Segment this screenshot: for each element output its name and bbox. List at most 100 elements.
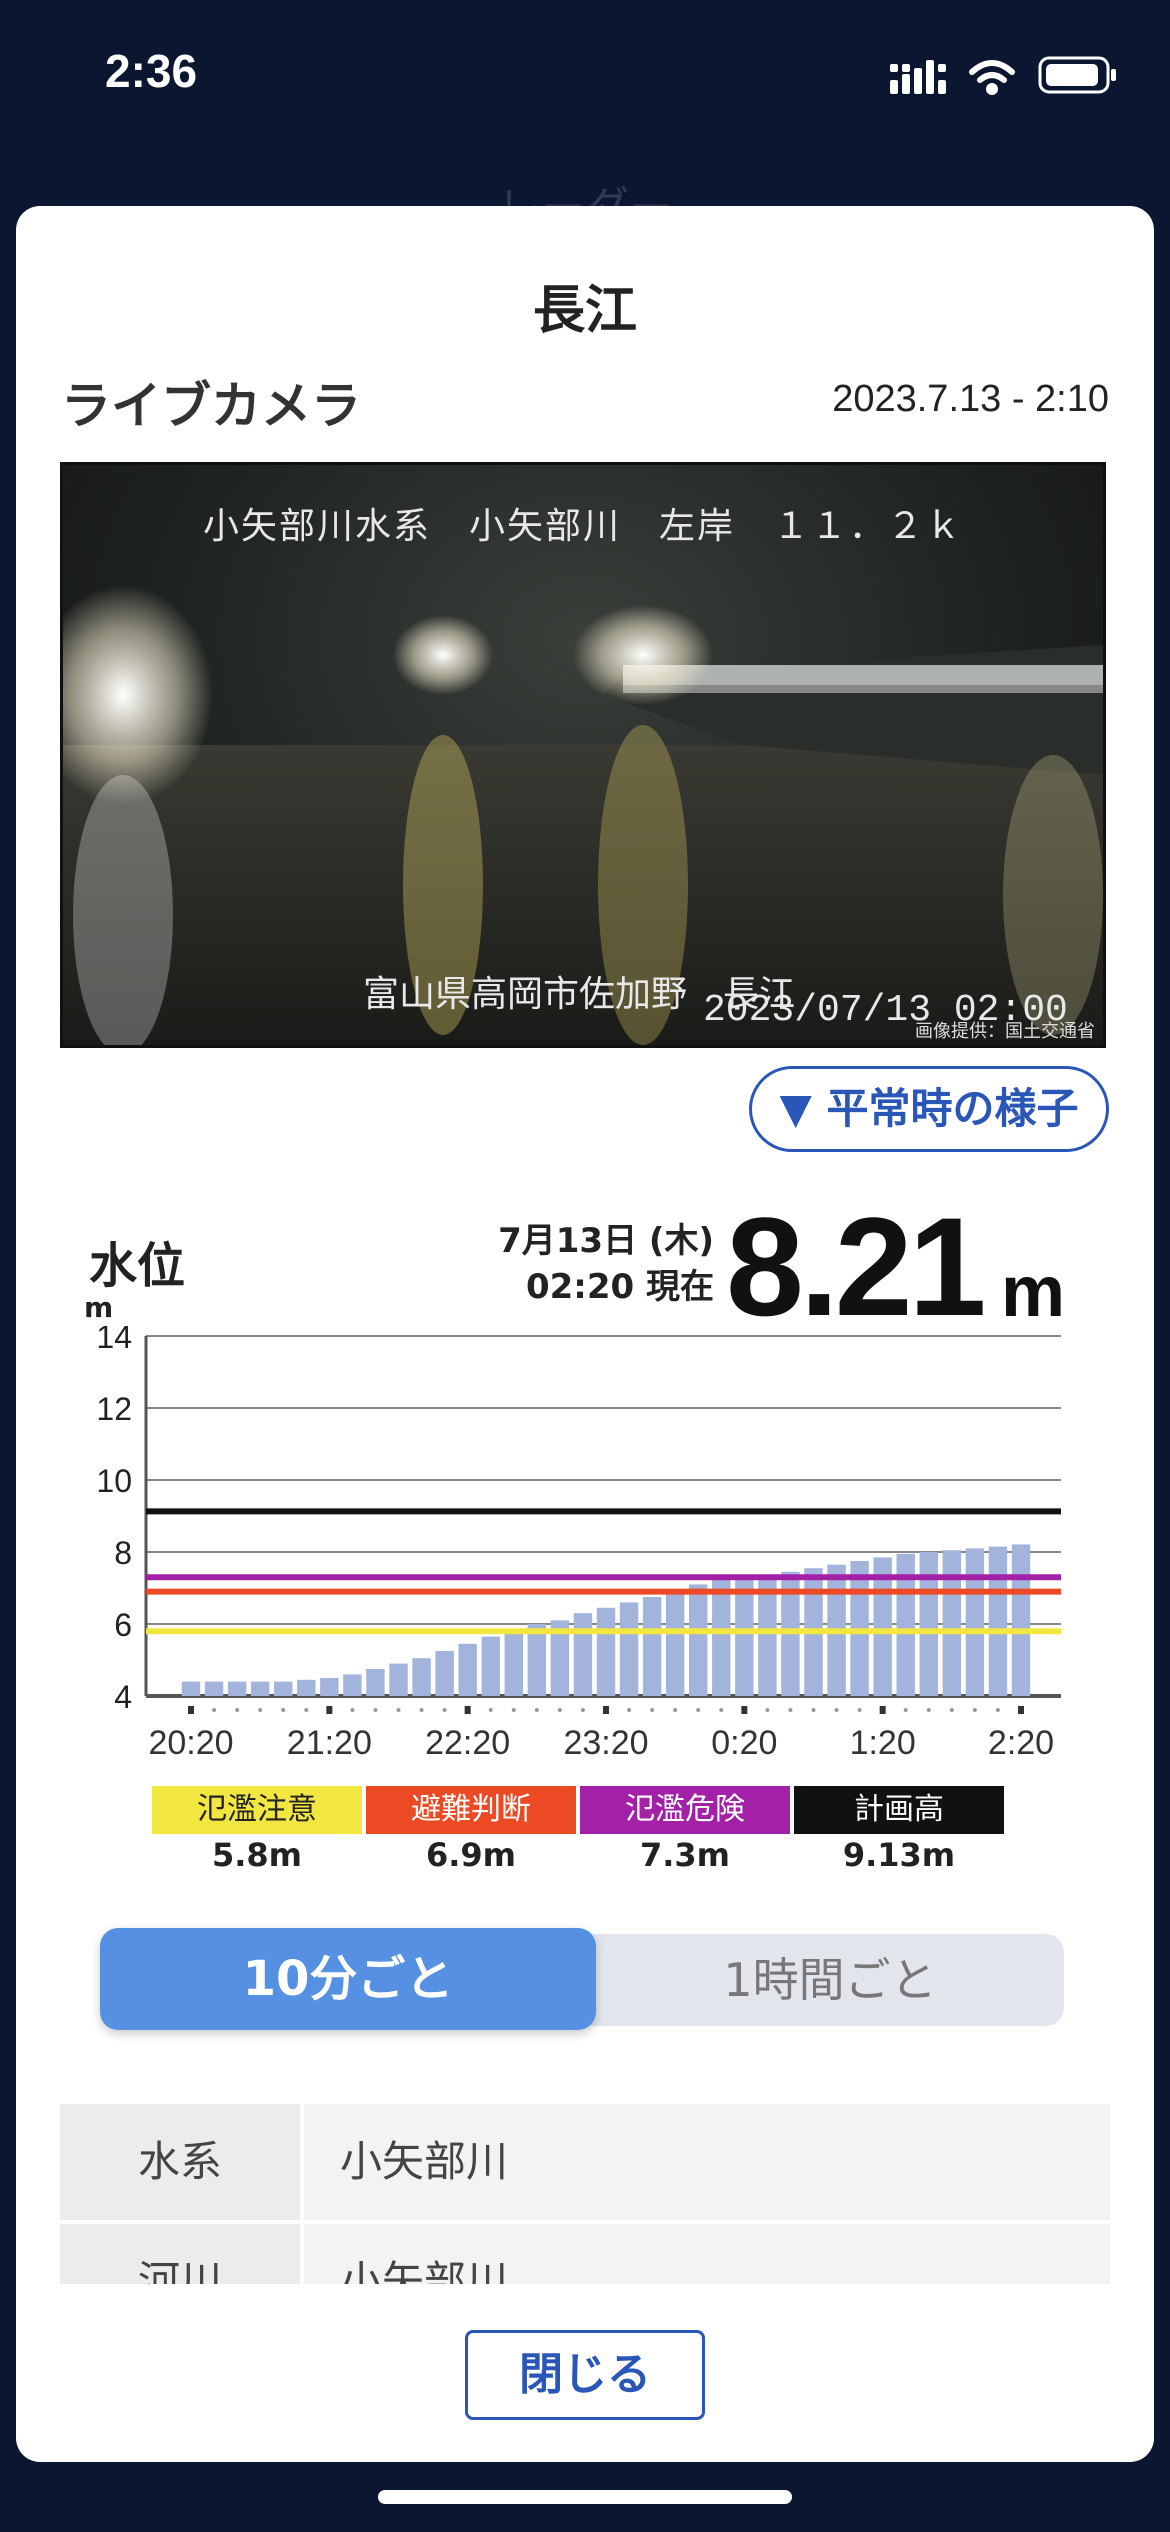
status-bar: 2:36	[0, 0, 1170, 150]
chart-bar	[988, 1546, 1008, 1696]
normal-condition-button[interactable]: ▼ 平常時の様子	[749, 1066, 1109, 1152]
chart-bar	[366, 1669, 385, 1696]
x-minor-tick	[488, 1708, 493, 1712]
info-key: 水系	[60, 2104, 300, 2220]
x-minor-tick	[442, 1708, 447, 1712]
x-minor-tick	[511, 1708, 516, 1712]
chart-bar	[412, 1658, 431, 1696]
water-level-title: 水位	[89, 1238, 186, 1294]
chart-bar	[481, 1636, 500, 1696]
y-tick-label: 12	[96, 1391, 132, 1427]
chart-bar	[320, 1678, 339, 1696]
x-minor-tick	[304, 1708, 309, 1712]
x-minor-tick	[903, 1708, 908, 1712]
chart-bar	[596, 1607, 616, 1696]
table-row: 水系 小矢部川	[60, 2104, 1110, 2220]
camera-credit: 画像提供：国土交通省	[915, 1021, 1095, 1042]
info-key: 河川	[60, 2224, 300, 2284]
modal-title: 長江	[532, 281, 637, 341]
x-minor-tick	[995, 1708, 1000, 1712]
x-tick-label: 21:20	[287, 1724, 372, 1762]
y-tick-label: 10	[96, 1463, 132, 1499]
x-tick-mark	[603, 1706, 609, 1714]
y-tick-label: 4	[114, 1679, 132, 1715]
chart-bar	[735, 1577, 754, 1696]
wifi-icon	[969, 60, 1015, 95]
chart-bar	[665, 1589, 685, 1696]
live-camera-image[interactable]: 小矢部川水系 小矢部川 左岸 １１．２ｋ 富山県高岡市佐加野 長江 2023/0…	[60, 462, 1106, 1048]
legend-value: 6.9m	[425, 1836, 517, 1874]
x-minor-tick	[719, 1708, 724, 1712]
chart-bar	[504, 1629, 523, 1696]
toggle-10min[interactable]: 10分ごと	[100, 1928, 596, 2030]
chart-y-unit: m	[84, 1291, 114, 1324]
camera-overlay-location: 小矢部川水系 小矢部川 左岸 １１．２ｋ	[202, 506, 963, 547]
x-minor-tick	[926, 1708, 931, 1712]
x-minor-tick	[534, 1708, 539, 1712]
x-tick-mark	[326, 1706, 333, 1714]
x-minor-tick	[580, 1708, 585, 1712]
info-table: 水系 小矢部川 河川 小矢部川	[60, 2104, 1110, 2284]
chart-bar	[965, 1548, 985, 1696]
chart-bar	[389, 1663, 408, 1696]
y-tick-label: 6	[114, 1607, 132, 1643]
x-minor-tick	[212, 1708, 217, 1712]
chart-bar	[527, 1624, 547, 1696]
chart-bar	[712, 1579, 731, 1696]
water-level-unit: m	[1001, 1252, 1066, 1332]
x-minor-tick	[350, 1708, 355, 1712]
live-camera-timestamp: 2023.7.13 - 2:10	[832, 378, 1109, 420]
home-indicator	[378, 2490, 792, 2504]
x-tick-label: 2:20	[988, 1724, 1054, 1762]
close-button[interactable]: 閉じる	[465, 2330, 705, 2420]
x-minor-tick	[834, 1708, 839, 1712]
info-value: 小矢部川	[304, 2104, 1110, 2220]
x-minor-tick	[419, 1708, 424, 1712]
water-level-value: 8.21	[726, 1188, 986, 1345]
x-tick-label: 23:20	[563, 1724, 648, 1762]
x-tick-label: 22:20	[425, 1724, 510, 1762]
x-tick-mark	[464, 1706, 471, 1714]
x-minor-tick	[788, 1708, 793, 1712]
x-minor-tick	[258, 1708, 263, 1712]
status-icons	[890, 56, 1116, 95]
x-tick-mark	[1018, 1706, 1024, 1714]
x-tick-label: 1:20	[850, 1724, 916, 1762]
camera-scene	[63, 585, 1103, 1045]
interval-toggle: 10分ごと 1時間ごと	[100, 1928, 1064, 2030]
x-minor-tick	[949, 1708, 954, 1712]
chart-bar	[274, 1681, 293, 1696]
x-minor-tick	[650, 1708, 655, 1712]
water-level-time: 02:20 現在	[525, 1267, 714, 1307]
chart-bar	[619, 1602, 639, 1696]
water-level-date: 7月13日 (木)	[498, 1221, 714, 1261]
detail-modal: 長江 ライブカメラ 2023.7.13 - 2:10 小矢部川水系 小矢部川 左…	[16, 206, 1154, 2462]
legend-label: 氾濫注意	[152, 1786, 362, 1834]
chart-bar	[181, 1681, 201, 1696]
toggle-1hour[interactable]: 1時間ごと	[596, 1934, 1064, 2026]
legend-label: 氾濫危険	[580, 1786, 790, 1834]
x-minor-tick	[857, 1708, 862, 1712]
y-tick-label: 14	[96, 1326, 132, 1355]
x-minor-tick	[972, 1708, 977, 1712]
status-time: 2:36	[105, 45, 198, 97]
chart-bar	[919, 1552, 938, 1696]
chart-bar	[1011, 1544, 1031, 1696]
chart-bar	[297, 1679, 316, 1696]
x-minor-tick	[811, 1708, 816, 1712]
chart-bar	[689, 1584, 708, 1696]
x-minor-tick	[281, 1708, 286, 1712]
legend-value: 7.3m	[639, 1836, 731, 1874]
x-tick-label: 20:20	[148, 1724, 233, 1762]
x-tick-mark	[188, 1706, 194, 1714]
x-minor-tick	[373, 1708, 378, 1712]
x-minor-tick	[557, 1708, 562, 1712]
info-value: 小矢部川	[304, 2224, 1110, 2284]
chart-bar	[250, 1681, 270, 1696]
chart-bar	[573, 1613, 593, 1696]
x-minor-tick	[765, 1708, 770, 1712]
chart-bar	[642, 1597, 662, 1696]
legend-value: 9.13m	[842, 1836, 956, 1874]
chart-bar	[435, 1651, 454, 1696]
y-tick-label: 8	[114, 1535, 132, 1571]
